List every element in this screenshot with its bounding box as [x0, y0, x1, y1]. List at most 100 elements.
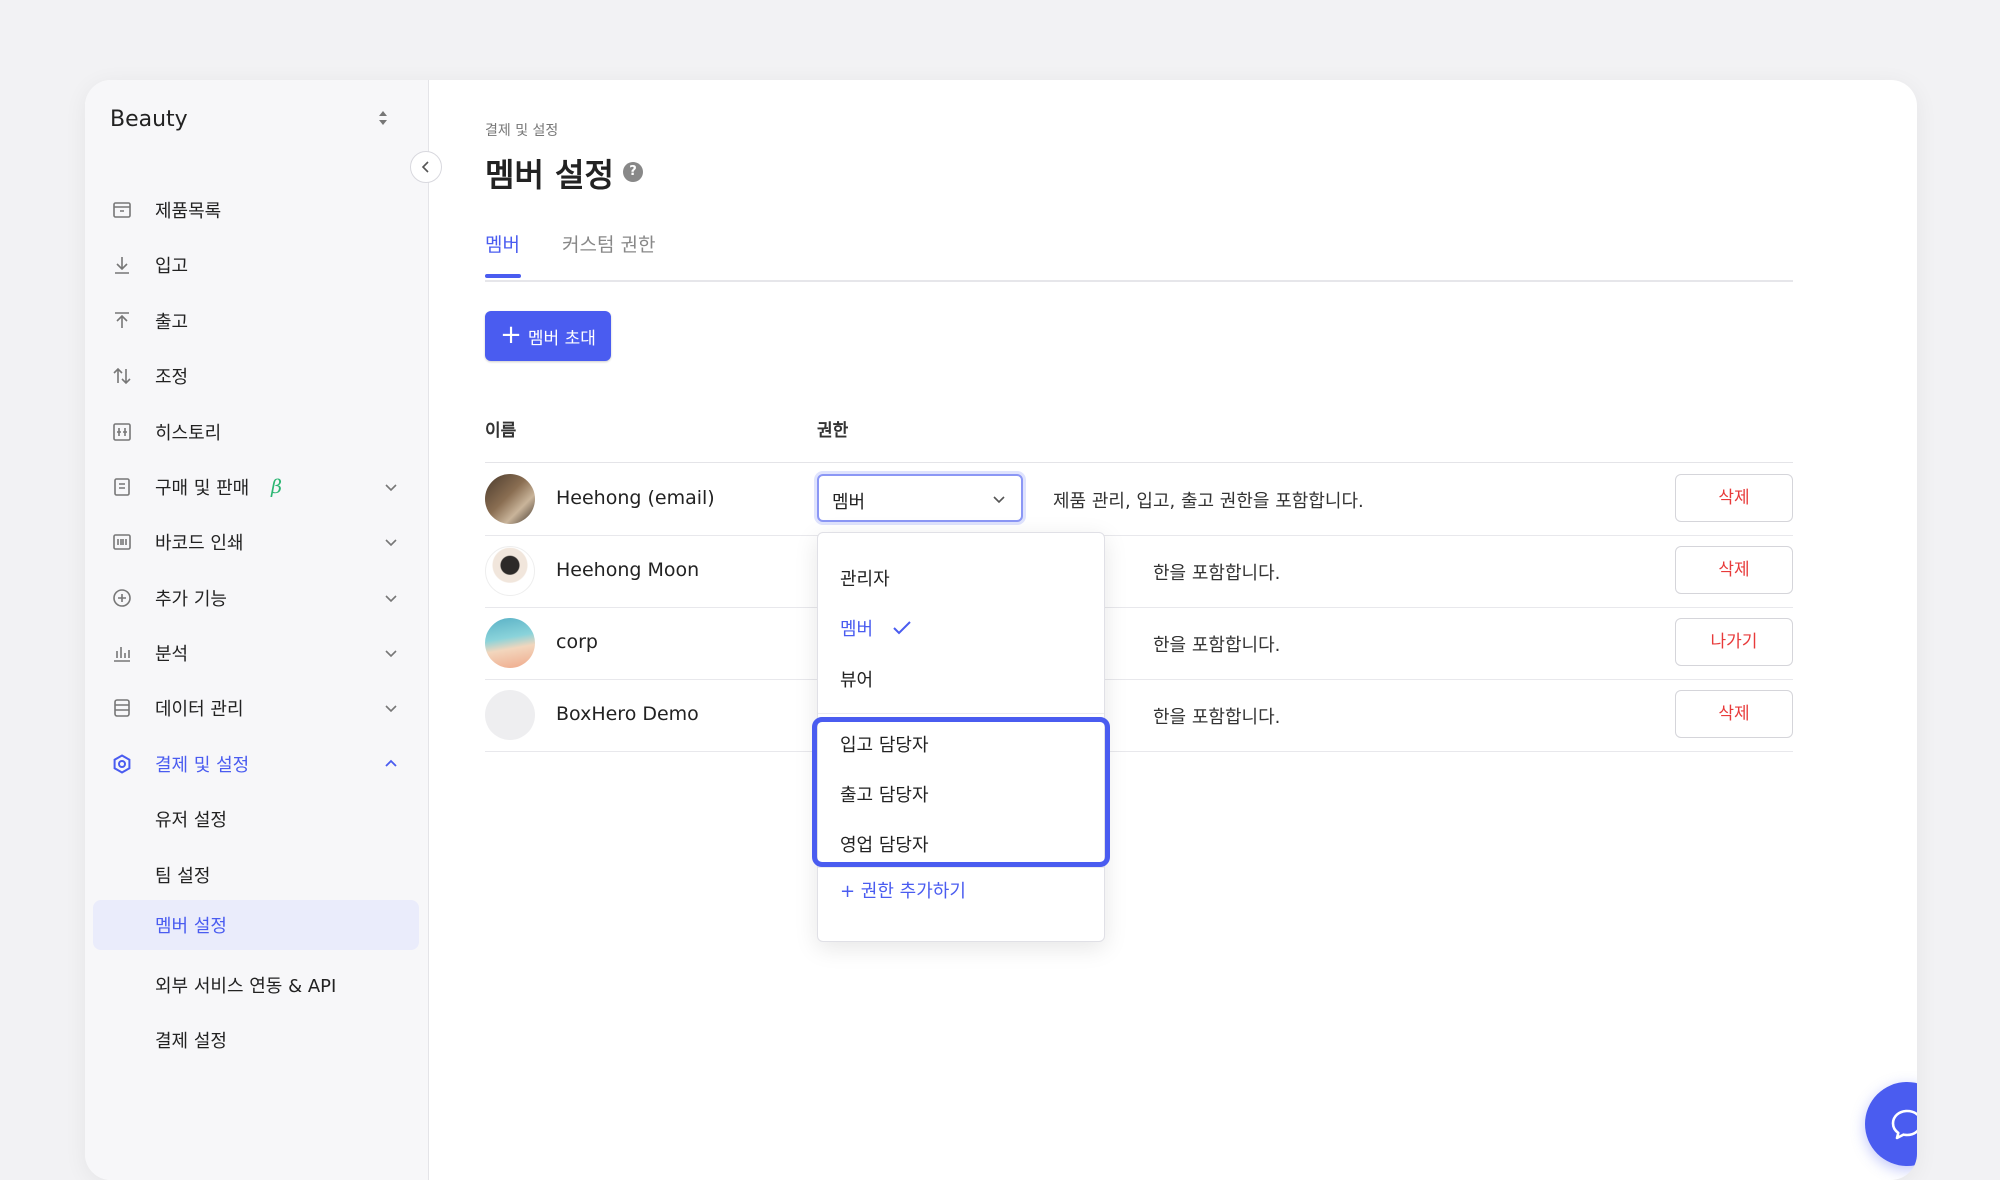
sidebar: Beauty 제품목록 입고 출고 조정 히스토리 구매 및 판매 β 바코드 … [85, 80, 429, 1180]
sidebar-subitem-team-settings[interactable]: 팀 설정 [93, 850, 419, 900]
permission-dropdown-menu: 관리자 멤버 뷰어 입고 담당자 출고 담당자 영업 담당자 + 권한 추가하기 [812, 532, 1110, 942]
permission-description: 한을 포함합니다. [1153, 563, 1281, 584]
breadcrumb[interactable]: 결제 및 설정 [485, 120, 558, 140]
document-icon [110, 475, 134, 499]
chevron-up-icon [385, 759, 397, 767]
add-permission-link[interactable]: + 권한 추가하기 [840, 877, 966, 903]
option-label: 멤버 [840, 619, 874, 640]
sidebar-item-label: 팀 설정 [155, 866, 211, 887]
tab-members[interactable]: 멤버 [485, 230, 520, 257]
sidebar-item-products[interactable]: 제품목록 [93, 185, 419, 235]
swap-icon [110, 364, 134, 388]
invite-member-label: 멤버 초대 [527, 328, 596, 349]
chevron-left-icon [421, 161, 429, 173]
main-content: 결제 및 설정 멤버 설정 ? 멤버 커스텀 권한 + 멤버 초대 이름 권한 … [428, 80, 1917, 1180]
box-icon [110, 198, 134, 222]
table-row: BoxHero Demo 한을 포함합니다. 삭제 [485, 679, 1793, 752]
sidebar-item-label: 조정 [155, 367, 189, 388]
member-name: BoxHero Demo [556, 703, 699, 725]
sidebar-item-data-management[interactable]: 데이터 관리 [93, 683, 419, 733]
sidebar-item-label: 제품목록 [155, 201, 222, 222]
sidebar-item-label: 외부 서비스 연동 & API [155, 976, 337, 997]
chevron-down-icon [993, 496, 1005, 504]
chevron-down-icon [385, 705, 397, 713]
tab-custom-permissions[interactable]: 커스텀 권한 [562, 230, 655, 257]
sidebar-item-label: 멤버 설정 [155, 916, 227, 937]
active-tab-indicator [485, 274, 521, 278]
member-name: Heehong Moon [556, 559, 700, 581]
permission-select-value: 멤버 [832, 492, 866, 513]
sidebar-item-history[interactable]: 히스토리 [93, 407, 419, 457]
chevron-down-icon [385, 650, 397, 658]
permission-select[interactable]: 멤버 [817, 474, 1023, 522]
plus-circle-icon [110, 586, 134, 610]
database-icon [110, 696, 134, 720]
column-header-permission: 권한 [817, 421, 849, 441]
sidebar-item-extensions[interactable]: 추가 기능 [93, 573, 419, 623]
avatar [485, 690, 535, 740]
sidebar-item-label: 출고 [155, 312, 189, 333]
delete-button[interactable]: 삭제 [1675, 690, 1793, 738]
sidebar-item-label: 유저 설정 [155, 810, 227, 831]
member-name: Heehong (email) [556, 487, 715, 509]
chevron-down-icon [385, 595, 397, 603]
column-header-name: 이름 [485, 421, 517, 441]
permission-description: 한을 포함합니다. [1153, 635, 1281, 656]
permission-description: 제품 관리, 입고, 출고 권한을 포함합니다. [1053, 491, 1364, 512]
barcode-icon [110, 530, 134, 554]
sidebar-item-label: 결제 설정 [155, 1031, 227, 1052]
sidebar-collapse-button[interactable] [410, 151, 442, 183]
delete-button[interactable]: 삭제 [1675, 546, 1793, 594]
sidebar-item-outbound[interactable]: 출고 [93, 296, 419, 346]
beta-badge: β [271, 476, 282, 498]
option-viewer[interactable]: 뷰어 [840, 666, 873, 692]
sidebar-item-label: 결제 및 설정 [155, 755, 250, 776]
sidebar-item-label: 분석 [155, 644, 189, 665]
sidebar-item-adjust[interactable]: 조정 [93, 351, 419, 401]
history-icon [110, 420, 134, 444]
workspace-switch-icon[interactable] [377, 108, 389, 128]
sidebar-subitem-user-settings[interactable]: 유저 설정 [93, 794, 419, 844]
app-window: Beauty 제품목록 입고 출고 조정 히스토리 구매 및 판매 β 바코드 … [85, 80, 1917, 1180]
option-admin[interactable]: 관리자 [840, 565, 890, 591]
sidebar-item-inbound[interactable]: 입고 [93, 240, 419, 290]
dropdown-divider [818, 867, 1104, 868]
delete-button[interactable]: 삭제 [1675, 474, 1793, 522]
chevron-down-icon [385, 539, 397, 547]
sidebar-item-purchase-sales[interactable]: 구매 및 판매 β [93, 462, 419, 512]
help-icon[interactable]: ? [623, 162, 643, 182]
sidebar-subitem-billing[interactable]: 결제 설정 [93, 1015, 419, 1065]
sidebar-item-label: 히스토리 [155, 423, 222, 444]
gear-icon [110, 752, 134, 776]
option-member[interactable]: 멤버 [840, 615, 913, 641]
sidebar-subitem-member-settings[interactable]: 멤버 설정 [93, 900, 419, 950]
sidebar-item-billing-settings[interactable]: 결제 및 설정 [93, 739, 419, 789]
page-title: 멤버 설정 [485, 156, 614, 194]
table-row: Heehong (email) 멤버 제품 관리, 입고, 출고 권한을 포함합… [485, 463, 1793, 536]
leave-button[interactable]: 나가기 [1675, 618, 1793, 666]
member-name: corp [556, 631, 598, 653]
sidebar-item-label: 바코드 인쇄 [155, 533, 244, 554]
avatar [485, 618, 535, 668]
custom-permissions-highlight [812, 717, 1110, 867]
sidebar-item-label: 데이터 관리 [155, 699, 244, 720]
sidebar-item-analytics[interactable]: 분석 [93, 628, 419, 678]
arrow-down-icon [110, 253, 134, 277]
plus-icon: + [500, 319, 522, 350]
check-icon [893, 621, 911, 635]
dropdown-divider [818, 713, 1104, 714]
workspace-name[interactable]: Beauty [110, 107, 188, 132]
sidebar-item-barcode-print[interactable]: 바코드 인쇄 [93, 517, 419, 567]
table-row: Heehong Moon 한을 포함합니다. 삭제 [485, 535, 1793, 608]
arrow-up-icon [110, 309, 134, 333]
table-row: corp 한을 포함합니다. 나가기 [485, 607, 1793, 680]
avatar [485, 546, 535, 596]
chevron-down-icon [385, 484, 397, 492]
invite-member-button[interactable]: + 멤버 초대 [485, 311, 611, 361]
sidebar-subitem-integrations-api[interactable]: 외부 서비스 연동 & API [93, 960, 419, 1010]
sidebar-item-label: 구매 및 판매 [155, 478, 250, 499]
avatar [485, 474, 535, 524]
tab-bar: 멤버 커스텀 권한 [485, 230, 1793, 282]
sidebar-item-label: 추가 기능 [155, 589, 227, 610]
bar-chart-icon [110, 641, 134, 665]
